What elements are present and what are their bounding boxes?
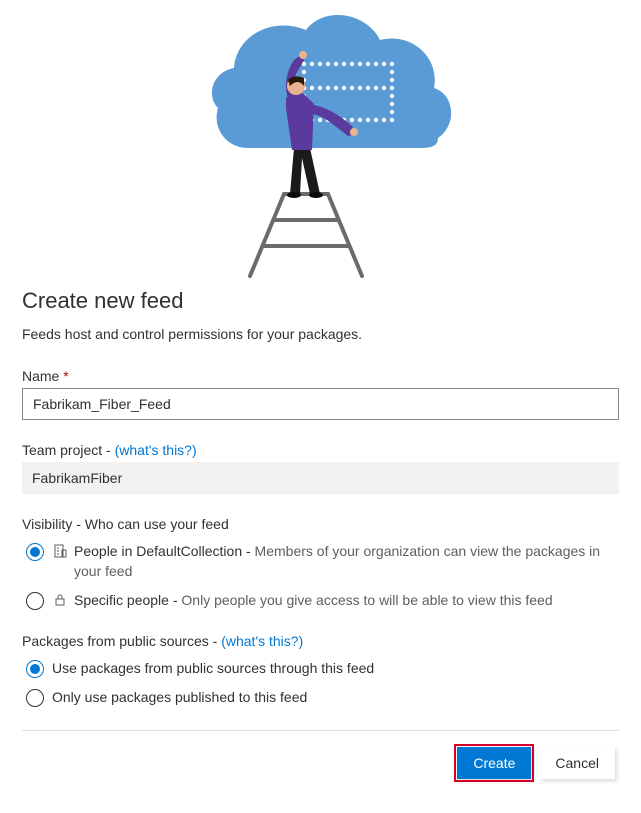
- name-input[interactable]: [22, 388, 619, 420]
- public-sources-radio-use[interactable]: [26, 660, 44, 678]
- divider: [22, 730, 619, 731]
- visibility-label: Visibility - Who can use your feed: [22, 516, 619, 532]
- team-project-label: Team project - (what's this?): [22, 442, 619, 458]
- visibility-radio-collection[interactable]: [26, 543, 44, 561]
- visibility-radio-group: People in DefaultCollection - Members of…: [22, 542, 619, 611]
- visibility-option-specific-title: Specific people -: [74, 592, 181, 608]
- public-sources-option-use: Use packages from public sources through…: [52, 659, 374, 679]
- public-sources-radio-only[interactable]: [26, 689, 44, 707]
- page-title: Create new feed: [22, 288, 619, 314]
- public-sources-option-only: Only use packages published to this feed: [52, 688, 307, 708]
- hero-illustration: [0, 0, 641, 280]
- team-project-value: FabrikamFiber: [22, 462, 619, 494]
- name-label: Name *: [22, 368, 619, 384]
- public-sources-label: Packages from public sources - (what's t…: [22, 633, 619, 649]
- visibility-option-collection-title: People in DefaultCollection -: [74, 543, 255, 559]
- lock-icon: [52, 592, 68, 608]
- page-subtitle: Feeds host and control permissions for y…: [22, 326, 619, 342]
- visibility-radio-specific[interactable]: [26, 592, 44, 610]
- team-project-whats-this-link[interactable]: (what's this?): [115, 442, 197, 458]
- organization-icon: [52, 543, 68, 559]
- create-button[interactable]: Create: [457, 747, 531, 779]
- visibility-option-specific-desc: Only people you give access to will be a…: [181, 592, 552, 608]
- public-sources-radio-group: Use packages from public sources through…: [22, 659, 619, 708]
- public-sources-whats-this-link[interactable]: (what's this?): [221, 633, 303, 649]
- cancel-button[interactable]: Cancel: [539, 747, 615, 779]
